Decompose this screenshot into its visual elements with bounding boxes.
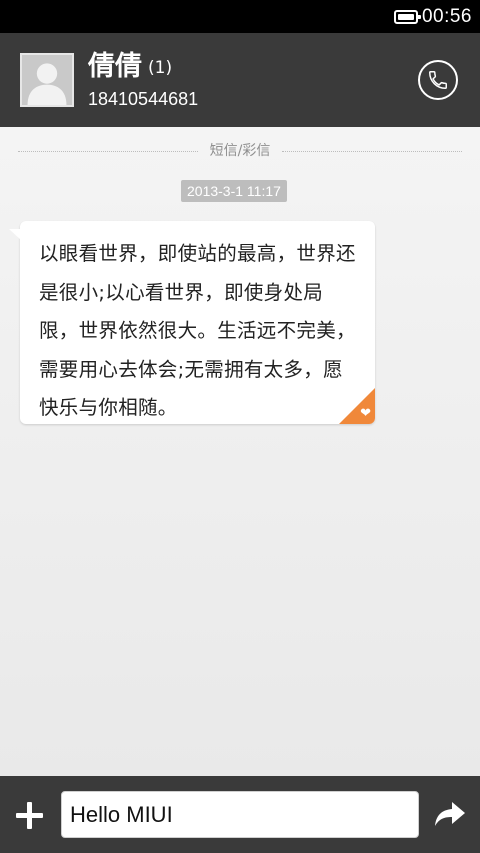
contact-avatar[interactable] bbox=[20, 53, 74, 107]
contact-phone-number: 18410544681 bbox=[88, 89, 199, 109]
battery-level bbox=[397, 13, 414, 20]
conversation-header: 倩倩 (1) 18410544681 bbox=[0, 33, 480, 127]
message-text: 以眼看世界，即使站的最高，世界还是很小;以心看世界，即使身处局限，世界依然很大。… bbox=[39, 242, 356, 419]
heart-icon: ❤ bbox=[360, 406, 371, 421]
default-person-avatar-icon bbox=[22, 55, 72, 105]
status-bar: 00:56 bbox=[0, 0, 480, 33]
call-button[interactable] bbox=[418, 60, 458, 100]
battery-icon bbox=[393, 9, 421, 24]
phone-icon bbox=[429, 71, 447, 89]
compose-bar bbox=[0, 776, 480, 853]
send-arrow-icon bbox=[435, 802, 465, 826]
message-input[interactable] bbox=[61, 791, 419, 838]
unread-count: (1) bbox=[148, 58, 173, 78]
message-type-divider: 短信/彩信 bbox=[0, 141, 480, 161]
bubble-tail bbox=[9, 229, 21, 240]
message-timestamp: 2013-3-1 11:17 bbox=[181, 180, 287, 202]
attach-plus-icon[interactable] bbox=[15, 801, 45, 831]
favorite-corner-badge: ❤ bbox=[339, 388, 375, 424]
send-button[interactable] bbox=[434, 800, 466, 828]
incoming-message-bubble[interactable]: 以眼看世界，即使站的最高，世界还是很小;以心看世界，即使身处局限，世界依然很大。… bbox=[9, 221, 375, 424]
contact-name: 倩倩 bbox=[88, 51, 142, 82]
message-thread[interactable]: 短信/彩信 2013-3-1 11:17 以眼看世界，即使站的最高，世界还是很小… bbox=[0, 127, 480, 776]
message-type-label: 短信/彩信 bbox=[201, 143, 279, 159]
status-time: 00:56 bbox=[421, 5, 472, 27]
